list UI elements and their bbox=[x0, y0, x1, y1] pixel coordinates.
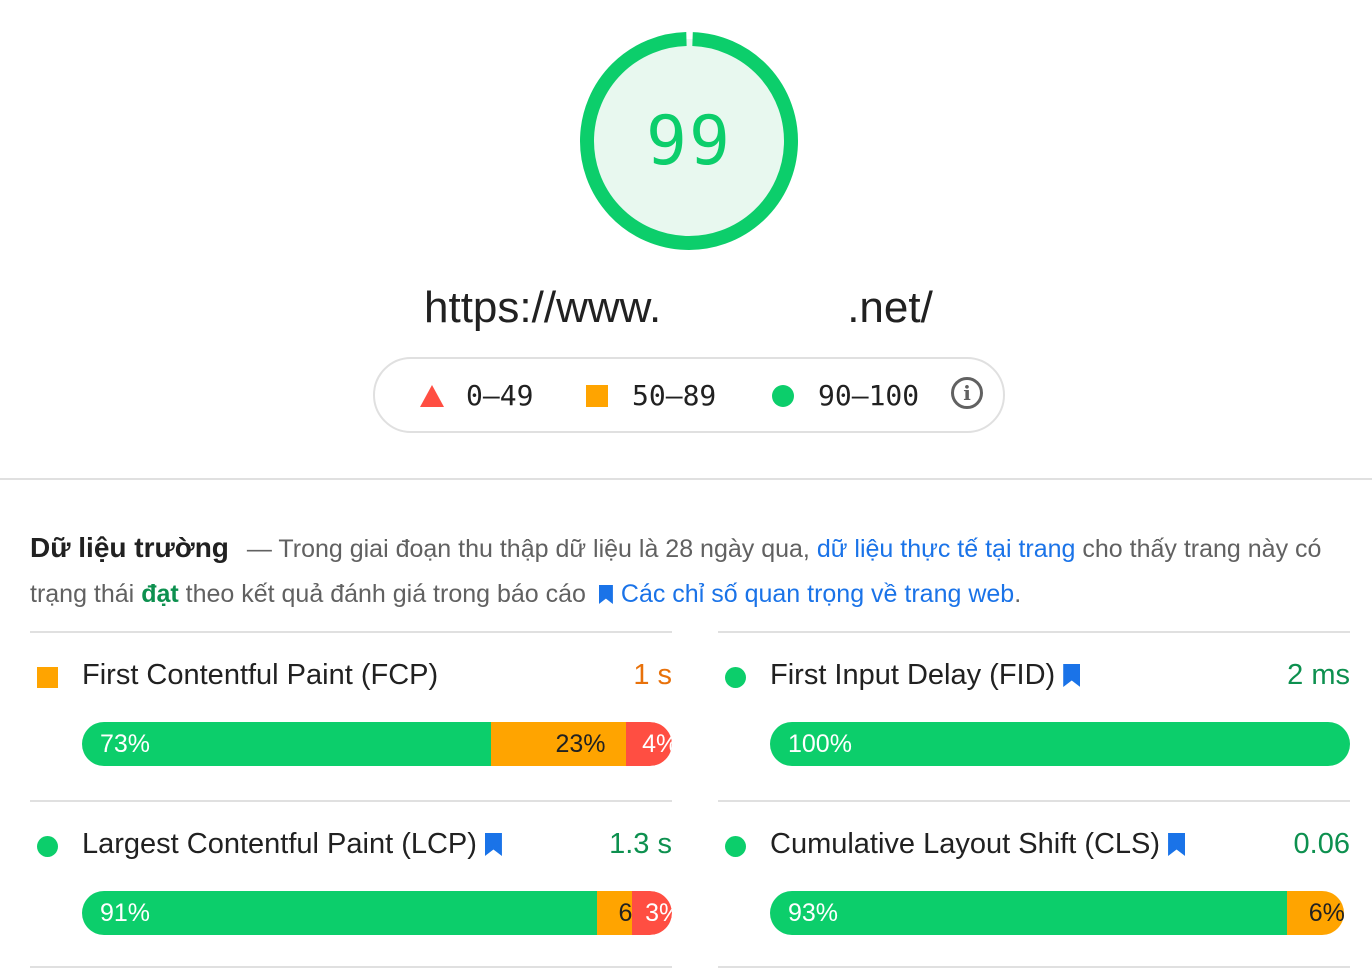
distribution-segment-average: 6% bbox=[1287, 891, 1345, 935]
metric-value: 2 ms bbox=[1287, 659, 1350, 691]
distribution-segment-fast: 100% bbox=[770, 722, 1350, 766]
green-circle-icon bbox=[725, 667, 746, 688]
metric-value: 1 s bbox=[633, 659, 672, 691]
assessment-status: đạt bbox=[141, 580, 179, 608]
metric-divider bbox=[30, 800, 672, 802]
performance-score-value: 99 bbox=[646, 101, 732, 181]
bookmark-icon bbox=[598, 585, 613, 604]
metric-divider bbox=[718, 966, 1350, 968]
red-triangle-icon bbox=[420, 384, 444, 407]
legend-item-good: 90–100 bbox=[772, 379, 919, 412]
orange-square-icon bbox=[37, 667, 58, 688]
metric-name-text: Cumulative Layout Shift (CLS) bbox=[770, 828, 1161, 860]
url-suffix: .net/ bbox=[847, 283, 933, 332]
metric-name-text: Largest Contentful Paint (LCP) bbox=[82, 828, 477, 860]
page-url: https://www. .net/ bbox=[424, 283, 933, 333]
distribution-segment-slow: 4% bbox=[626, 722, 672, 766]
url-prefix: https://www. bbox=[424, 283, 662, 332]
distribution-segment-fast: 91% bbox=[82, 891, 619, 935]
metric-name: Cumulative Layout Shift (CLS) bbox=[770, 828, 1186, 861]
field-data-description: Dữ liệu trường — Trong giai đoạn thu thập… bbox=[30, 525, 1350, 617]
metric-value: 0.06 bbox=[1293, 828, 1350, 860]
metric-name: First Input Delay (FID) bbox=[770, 659, 1081, 692]
field-data-link[interactable]: dữ liệu thực tế tại trang bbox=[817, 535, 1076, 563]
performance-score-gauge: 99 bbox=[578, 30, 800, 252]
legend-label-average: 50–89 bbox=[632, 379, 717, 412]
metric-divider bbox=[30, 966, 672, 968]
distribution-bar: 73%23%4% bbox=[82, 722, 672, 766]
field-data-text-1: — Trong giai đoạn thu thập dữ liệu là 28… bbox=[246, 535, 817, 563]
legend-item-poor: 0–49 bbox=[420, 379, 533, 412]
metric-name-text: First Input Delay (FID) bbox=[770, 659, 1056, 691]
distribution-bar: 93% 6% bbox=[770, 891, 1350, 935]
metric-value: 1.3 s bbox=[609, 828, 672, 860]
distribution-bar: 91%6%3% bbox=[82, 891, 672, 935]
green-circle-icon bbox=[37, 836, 58, 857]
legend-label-poor: 0–49 bbox=[466, 379, 534, 412]
distribution-segment-average: 23% bbox=[490, 722, 649, 766]
section-divider bbox=[0, 478, 1372, 480]
orange-square-icon bbox=[586, 384, 608, 407]
field-data-title: Dữ liệu trường bbox=[30, 532, 229, 563]
field-data-text-4: . bbox=[1014, 580, 1022, 608]
info-icon[interactable]: i bbox=[951, 377, 983, 409]
green-circle-icon bbox=[725, 836, 746, 857]
distribution-bar: 100% bbox=[770, 722, 1350, 766]
metric-name-text: First Contentful Paint (FCP) bbox=[82, 659, 439, 691]
metric-divider bbox=[718, 631, 1350, 633]
distribution-segment-fast: 93% bbox=[770, 891, 1310, 935]
core-web-vitals-link[interactable]: Các chỉ số quan trọng về trang web bbox=[621, 580, 1014, 608]
legend-label-good: 90–100 bbox=[818, 379, 920, 412]
green-circle-icon bbox=[772, 384, 794, 407]
metric-name: First Contentful Paint (FCP) bbox=[82, 659, 438, 692]
field-data-text-3: theo kết quả đánh giá trong báo cáo bbox=[178, 580, 593, 608]
bookmark-icon bbox=[1063, 664, 1081, 687]
distribution-segment-fast: 73% bbox=[82, 722, 513, 766]
metric-name: Largest Contentful Paint (LCP) bbox=[82, 828, 502, 861]
bookmark-icon bbox=[1168, 833, 1186, 856]
distribution-segment-slow: 3% bbox=[632, 891, 672, 935]
score-legend: 0–49 50–89 90–100 i bbox=[373, 357, 1005, 433]
metric-divider bbox=[718, 800, 1350, 802]
bookmark-icon bbox=[484, 833, 502, 856]
legend-item-average: 50–89 bbox=[586, 379, 716, 412]
metric-divider bbox=[30, 631, 672, 633]
